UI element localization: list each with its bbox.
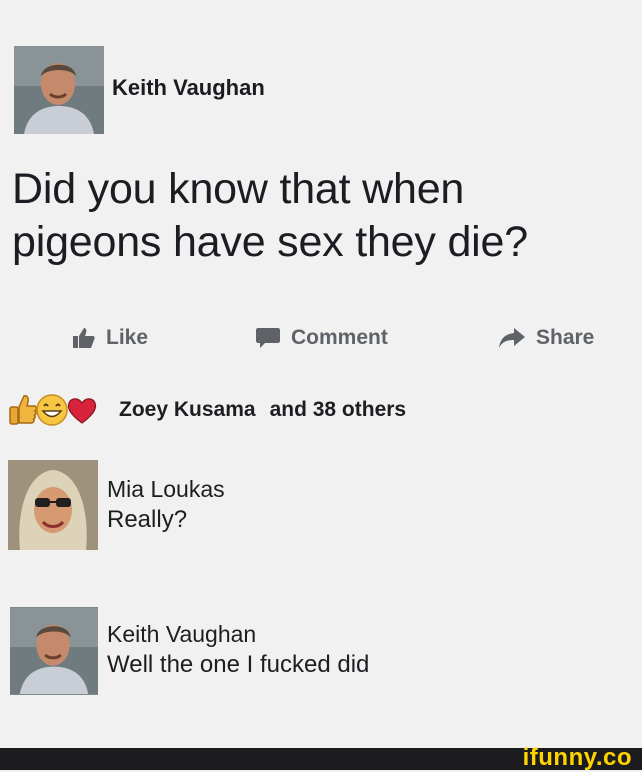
comment-author[interactable]: Keith Vaughan: [107, 620, 369, 649]
like-label: Like: [106, 326, 149, 349]
thumbs-up-icon: [8, 393, 38, 427]
post-text: Did you know that when pigeons have sex …: [12, 163, 632, 269]
post-author-avatar[interactable]: [14, 46, 104, 134]
post-text-line: pigeons have sex they die?: [12, 218, 528, 266]
reaction-summary[interactable]: Zoey Kusama and 38 others: [8, 392, 406, 428]
grin-icon: [35, 393, 69, 427]
comment-author[interactable]: Mia Loukas: [107, 475, 225, 504]
reaction-lead-name[interactable]: Zoey Kusama: [119, 398, 256, 421]
post-text-line: Did you know that when: [12, 165, 465, 213]
comment-button[interactable]: Comment: [255, 322, 388, 354]
reaction-others[interactable]: and 38 others: [270, 398, 407, 421]
person-photo-icon: [8, 460, 98, 550]
post-author-name[interactable]: Keith Vaughan: [112, 75, 265, 101]
share-arrow-icon: [498, 326, 526, 350]
ifunny-watermark: ifunny.co: [522, 744, 632, 771]
person-photo-icon: [10, 607, 98, 695]
comment: Mia Loukas Really?: [107, 475, 225, 536]
heart-icon: [66, 395, 98, 425]
watermark-bar: ifunny.co: [0, 744, 642, 771]
comment: Keith Vaughan Well the one I fucked did: [107, 620, 369, 681]
comment-text: Well the one I fucked did: [107, 651, 370, 678]
comment-avatar[interactable]: [8, 460, 98, 550]
comment-text: Really?: [107, 506, 188, 533]
person-photo-icon: [14, 46, 104, 134]
share-label: Share: [536, 326, 595, 349]
share-button[interactable]: Share: [498, 322, 594, 354]
like-button[interactable]: Like: [72, 322, 148, 354]
thumbs-up-icon: [72, 326, 96, 350]
reaction-names[interactable]: Zoey Kusama and 38 others: [119, 398, 406, 422]
comment-label: Comment: [291, 326, 388, 349]
comment-avatar[interactable]: [10, 607, 98, 695]
speech-bubble-icon: [255, 326, 281, 350]
